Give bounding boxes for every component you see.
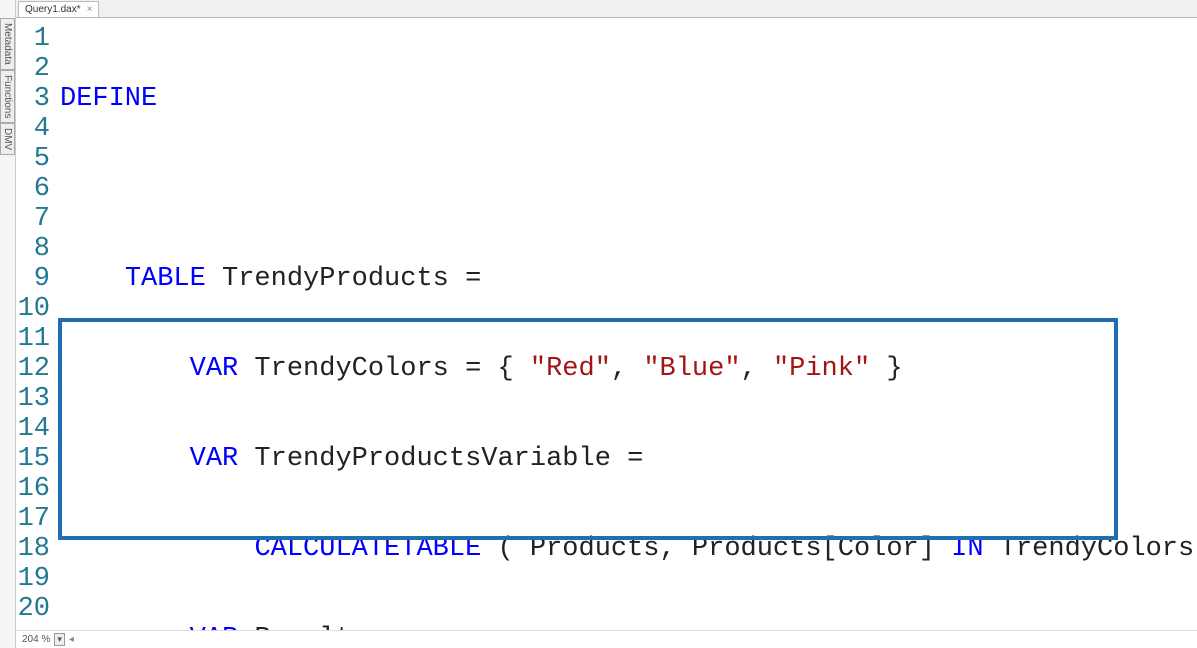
line-number: 1	[16, 24, 50, 54]
keyword: TABLE	[125, 264, 206, 294]
comma: ,	[611, 354, 643, 384]
line-number: 8	[16, 234, 50, 264]
line-number: 14	[16, 414, 50, 444]
main-panel: Query1.dax* × 1 2 3 4 5 6 7 8 9 10 11	[16, 0, 1197, 648]
line-number: 6	[16, 174, 50, 204]
close-icon[interactable]: ×	[87, 4, 93, 15]
code-line: TABLE TrendyProducts =	[60, 264, 1197, 294]
line-number: 16	[16, 474, 50, 504]
args: ( Products, Products[Color]	[481, 534, 951, 564]
line-number: 10	[16, 294, 50, 324]
identifier: Result =	[238, 624, 400, 630]
zoom-level[interactable]: 204 %	[22, 634, 50, 645]
identifier: TrendyProducts =	[206, 264, 498, 294]
string: "Red"	[530, 354, 611, 384]
code-editor[interactable]: 1 2 3 4 5 6 7 8 9 10 11 12 13 14 15 16 1	[16, 18, 1197, 630]
line-number: 2	[16, 54, 50, 84]
line-number: 5	[16, 144, 50, 174]
sidebar-tab-dmv[interactable]: DMV	[0, 123, 15, 155]
string: "Blue"	[643, 354, 740, 384]
app-root: Metadata Functions DMV Query1.dax* × 1 2…	[0, 0, 1197, 648]
sidebar: Metadata Functions DMV	[0, 0, 16, 648]
line-number: 11	[16, 324, 50, 354]
code-line: VAR Result =	[60, 624, 1197, 630]
keyword: IN	[951, 534, 983, 564]
code-line: CALCULATETABLE ( Products, Products[Colo…	[60, 534, 1197, 564]
sidebar-tab-functions[interactable]: Functions	[0, 70, 15, 123]
keyword: VAR	[190, 444, 239, 474]
tail: TrendyColors )	[984, 534, 1197, 564]
collapse-arrow-icon[interactable]: ◂	[69, 634, 74, 645]
line-number: 13	[16, 384, 50, 414]
line-number: 20	[16, 594, 50, 624]
line-gutter: 1 2 3 4 5 6 7 8 9 10 11 12 13 14 15 16 1	[16, 18, 56, 630]
sidebar-tab-metadata[interactable]: Metadata	[0, 18, 15, 70]
zoom-dropdown-icon[interactable]: ▾	[54, 633, 65, 646]
tail: }	[870, 354, 902, 384]
file-tab-label: Query1.dax*	[25, 4, 81, 15]
comma: ,	[741, 354, 773, 384]
code-line: VAR TrendyColors = { "Red", "Blue", "Pin…	[60, 354, 1197, 384]
status-bar: 204 % ▾ ◂	[16, 630, 1197, 648]
code-line: VAR TrendyProductsVariable =	[60, 444, 1197, 474]
line-number: 18	[16, 534, 50, 564]
line-number: 19	[16, 564, 50, 594]
editor-wrap: 1 2 3 4 5 6 7 8 9 10 11 12 13 14 15 16 1	[16, 18, 1197, 630]
line-number: 3	[16, 84, 50, 114]
line-number: 7	[16, 204, 50, 234]
code-line	[60, 174, 1197, 204]
function: CALCULATETABLE	[254, 534, 481, 564]
tab-bar: Query1.dax* ×	[16, 0, 1197, 18]
line-number: 17	[16, 504, 50, 534]
file-tab[interactable]: Query1.dax* ×	[18, 1, 99, 17]
keyword: VAR	[190, 624, 239, 630]
string: "Pink"	[773, 354, 870, 384]
line-number: 15	[16, 444, 50, 474]
code-area[interactable]: DEFINE TABLE TrendyProducts = VAR Trendy…	[56, 18, 1197, 630]
identifier: TrendyColors = {	[238, 354, 530, 384]
line-number: 4	[16, 114, 50, 144]
line-number: 9	[16, 264, 50, 294]
identifier: TrendyProductsVariable =	[238, 444, 659, 474]
keyword: DEFINE	[60, 84, 157, 114]
keyword: VAR	[190, 354, 239, 384]
line-number: 12	[16, 354, 50, 384]
code-line: DEFINE	[60, 84, 1197, 114]
